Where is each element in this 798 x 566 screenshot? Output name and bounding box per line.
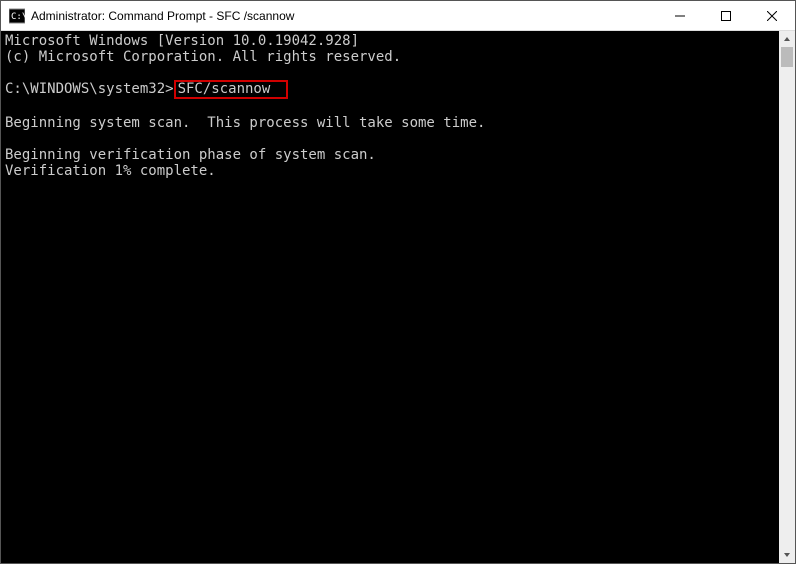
output-line: (c) Microsoft Corporation. All rights re… [5,49,401,65]
terminal-output[interactable]: Microsoft Windows [Version 10.0.19042.92… [1,31,779,563]
scroll-thumb[interactable] [781,47,793,67]
svg-text:C:\: C:\ [11,12,25,22]
vertical-scrollbar[interactable] [779,31,795,563]
maximize-button[interactable] [703,1,749,30]
output-line: Microsoft Windows [Version 10.0.19042.92… [5,33,359,49]
command-highlight: SFC/scannow [174,80,289,99]
output-line: Beginning system scan. This process will… [5,115,485,131]
scroll-down-button[interactable] [779,547,795,563]
prompt-prefix: C:\WINDOWS\system32> [5,81,174,97]
command-prompt-icon: C:\ [9,8,25,24]
titlebar[interactable]: C:\ Administrator: Command Prompt - SFC … [1,1,795,31]
client-area: Microsoft Windows [Version 10.0.19042.92… [1,31,795,563]
command-text: SFC/scannow [178,81,271,97]
minimize-button[interactable] [657,1,703,30]
command-prompt-window: C:\ Administrator: Command Prompt - SFC … [0,0,796,564]
scroll-up-button[interactable] [779,31,795,47]
window-title: Administrator: Command Prompt - SFC /sca… [31,9,657,23]
window-controls [657,1,795,30]
output-line: Beginning verification phase of system s… [5,147,376,163]
close-button[interactable] [749,1,795,30]
output-line: Verification 1% complete. [5,163,216,179]
